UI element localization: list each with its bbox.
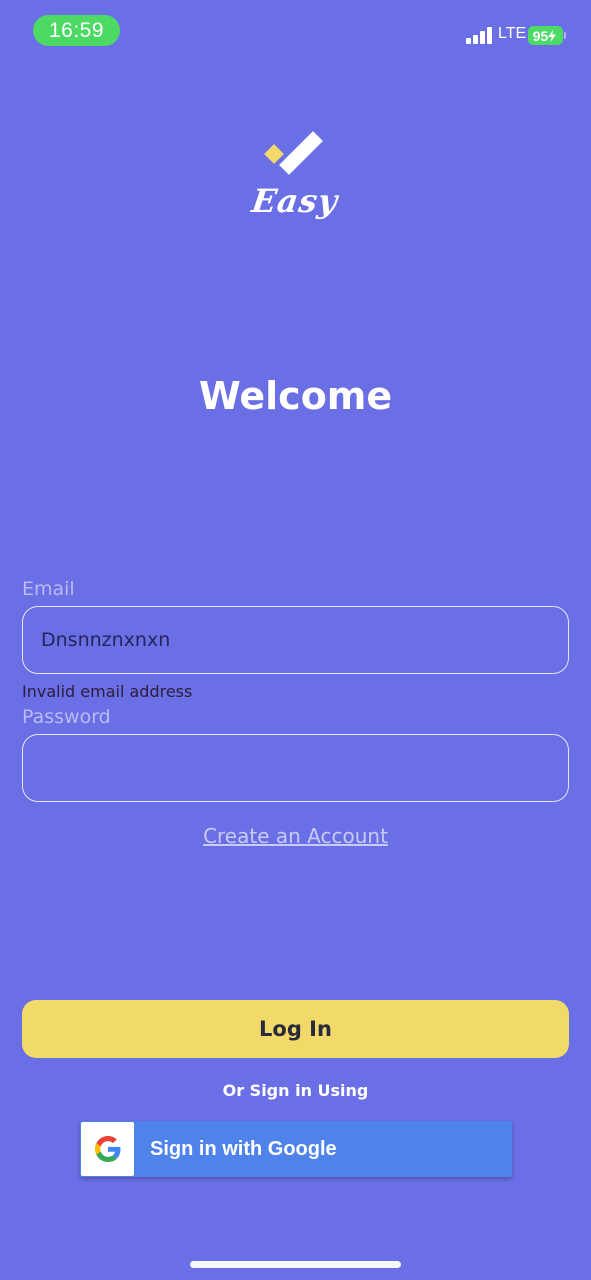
login-button[interactable]: Log In — [22, 1000, 569, 1058]
password-label: Password — [22, 706, 111, 728]
status-time: 16:59 — [33, 15, 120, 46]
password-field[interactable] — [22, 734, 569, 802]
battery-icon: 95 — [528, 26, 563, 45]
page-title: Welcome — [198, 374, 393, 418]
create-account-link[interactable]: Create an Account — [0, 824, 591, 848]
charging-bolt-icon — [548, 29, 557, 42]
email-field[interactable] — [22, 606, 569, 674]
signal-strength-icon — [466, 27, 492, 44]
battery-level: 95 — [532, 27, 549, 44]
email-error-message: Invalid email address — [22, 682, 193, 701]
network-type: LTE — [498, 25, 527, 42]
google-button-label: Sign in with Google — [150, 1138, 337, 1160]
home-indicator[interactable] — [190, 1261, 401, 1268]
email-label: Email — [22, 578, 75, 600]
logo-text: Easy — [249, 182, 341, 220]
google-icon — [81, 1122, 134, 1176]
login-button-label: Log In — [259, 1017, 332, 1041]
status-bar: 16:59 LTE 95 — [0, 0, 591, 60]
or-sign-in-text: Or Sign in Using — [222, 1081, 369, 1100]
battery-cap — [564, 32, 566, 39]
google-sign-in-button[interactable]: Sign in with Google — [80, 1121, 512, 1177]
